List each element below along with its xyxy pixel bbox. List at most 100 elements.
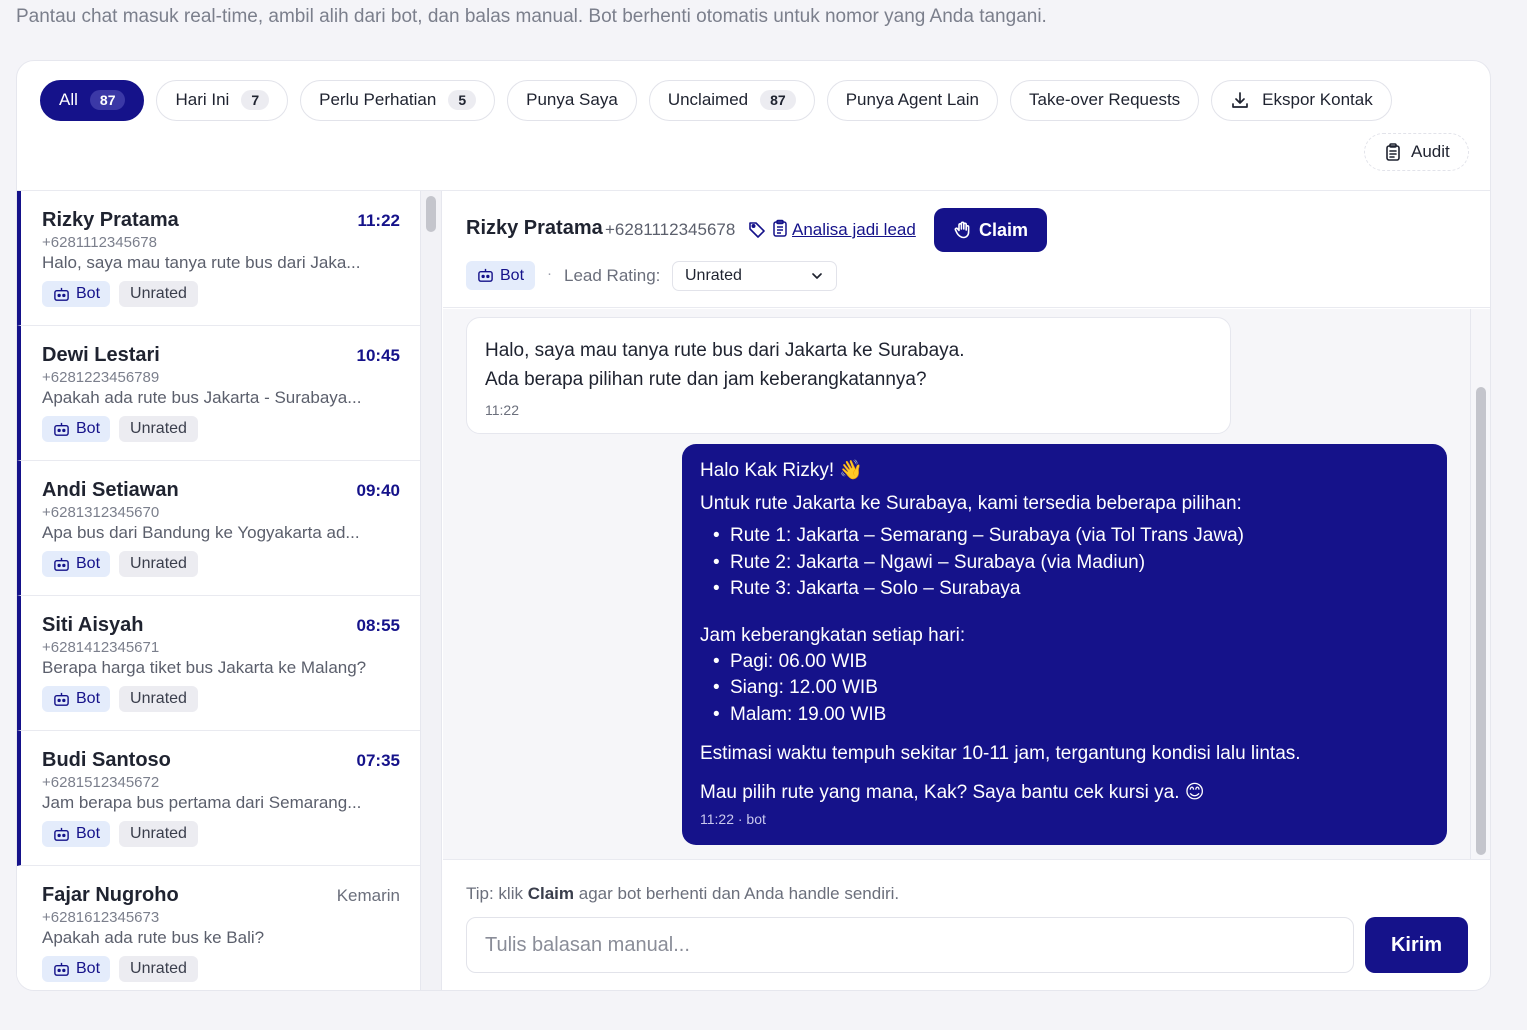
contact-phone: +6281612345673 bbox=[42, 909, 160, 926]
message-line: Ada berapa pilihan rute dan jam keberang… bbox=[485, 369, 927, 390]
separator-dot: · bbox=[547, 265, 552, 282]
route-item: Rute 1: Jakarta – Semarang – Surabaya (v… bbox=[700, 523, 1429, 550]
contact-name: Andi Setiawan bbox=[42, 479, 179, 501]
bot-label: Bot bbox=[500, 266, 525, 284]
filter-hari-ini[interactable]: Hari Ini 7 bbox=[156, 79, 289, 121]
filter-label: Hari Ini bbox=[175, 90, 230, 109]
contact-name: Siti Aisyah bbox=[42, 614, 144, 636]
export-label: Ekspor Kontak bbox=[1262, 90, 1373, 109]
page-subtitle: Pantau chat masuk real-time, ambil alih … bbox=[16, 6, 1047, 27]
contact-phone: +6281412345671 bbox=[42, 639, 160, 656]
clipboard-icon bbox=[773, 219, 787, 237]
filter-bar: All 87 Hari Ini 7 Perlu Perhatian 5 Puny… bbox=[40, 79, 1392, 121]
filter-label: Punya Agent Lain bbox=[845, 90, 979, 109]
reply-input[interactable] bbox=[466, 917, 1354, 973]
scrollbar-thumb[interactable] bbox=[1476, 387, 1486, 855]
filter-take-over-requests[interactable]: Take-over Requests bbox=[1009, 79, 1200, 121]
tip-prefix: Tip: klik bbox=[466, 884, 528, 903]
rating-badge: Unrated bbox=[119, 956, 198, 982]
outgoing-message: Halo Kak Rizky! 👋 Untuk rute Jakarta ke … bbox=[682, 444, 1447, 845]
conversation-list: Rizky Pratama 11:22 +6281112345678 Halo,… bbox=[17, 191, 420, 990]
lead-rating-select[interactable]: Unrated bbox=[672, 261, 837, 291]
filter-count: 7 bbox=[241, 90, 270, 110]
robot-icon bbox=[54, 557, 69, 571]
claim-button[interactable]: Claim bbox=[934, 208, 1047, 252]
bot-badge: Bot bbox=[42, 281, 111, 307]
schedule-item: Siang: 12.00 WIB bbox=[700, 675, 1429, 702]
bot-badge: Bot bbox=[42, 956, 111, 982]
robot-icon bbox=[54, 422, 69, 436]
tag-icon[interactable] bbox=[748, 220, 766, 238]
message-line: Halo, saya mau tanya rute bus dari Jakar… bbox=[485, 340, 965, 361]
contact-phone: +6281312345670 bbox=[42, 504, 160, 521]
message-time: 11:22 bbox=[485, 402, 519, 418]
conversation-time: 08:55 bbox=[356, 616, 400, 635]
conversation-item[interactable]: Dewi Lestari 10:45 +6281223456789 Apakah… bbox=[17, 326, 420, 461]
bot-label: Bot bbox=[76, 690, 101, 707]
conversation-time: 11:22 bbox=[357, 211, 400, 230]
conversation-item[interactable]: Budi Santoso 07:35 +6281512345672 Jam be… bbox=[17, 731, 420, 866]
bot-badge: Bot bbox=[466, 261, 536, 290]
robot-icon bbox=[54, 962, 69, 976]
message-preview: Apakah ada rute bus Jakarta - Surabaya..… bbox=[42, 388, 362, 407]
incoming-message: Halo, saya mau tanya rute bus dari Jakar… bbox=[466, 317, 1231, 434]
lead-rating-label: Lead Rating: bbox=[564, 266, 661, 285]
filter-punya-saya[interactable]: Punya Saya bbox=[507, 79, 637, 121]
hand-icon bbox=[954, 221, 970, 239]
list-scrollbar[interactable] bbox=[420, 191, 442, 990]
conversation-time: 09:40 bbox=[356, 481, 400, 500]
rating-badge: Unrated bbox=[119, 821, 198, 847]
contact-name: Rizky Pratama bbox=[42, 209, 179, 231]
filter-count: 87 bbox=[760, 90, 796, 110]
filter-unclaimed[interactable]: Unclaimed 87 bbox=[648, 79, 815, 121]
rating-badge: Unrated bbox=[119, 416, 198, 442]
claim-label: Claim bbox=[978, 219, 1029, 240]
analyze-lead-link[interactable]: Analisa jadi lead bbox=[792, 220, 916, 240]
send-button[interactable]: Kirim bbox=[1365, 917, 1468, 973]
filter-perlu-perhatian[interactable]: Perlu Perhatian 5 bbox=[300, 79, 496, 121]
conversation-item[interactable]: Rizky Pratama 11:22 +6281112345678 Halo,… bbox=[17, 191, 420, 326]
bot-label: Bot bbox=[76, 285, 101, 302]
filter-all[interactable]: All 87 bbox=[40, 79, 145, 121]
message-thread: Halo, saya mau tanya rute bus dari Jakar… bbox=[443, 309, 1470, 859]
tip-bold: Claim bbox=[527, 884, 575, 903]
route-list: Rute 1: Jakarta – Semarang – Surabaya (v… bbox=[700, 523, 1429, 603]
conversation-item[interactable]: Siti Aisyah 08:55 +6281412345671 Berapa … bbox=[17, 596, 420, 731]
rating-badge: Unrated bbox=[119, 686, 198, 712]
conversation-item[interactable]: Andi Setiawan 09:40 +6281312345670 Apa b… bbox=[17, 461, 420, 596]
schedule-item: Malam: 19.00 WIB bbox=[700, 702, 1429, 729]
bot-badge: Bot bbox=[42, 416, 111, 442]
filter-label: Take-over Requests bbox=[1028, 90, 1181, 109]
conversation-item[interactable]: Fajar Nugroho Kemarin +6281612345673 Apa… bbox=[17, 866, 420, 990]
inbox-card: All 87 Hari Ini 7 Perlu Perhatian 5 Puny… bbox=[16, 60, 1491, 991]
composer: Tip: klik Claim agar bot berhenti dan An… bbox=[443, 859, 1490, 990]
schedule-item: Pagi: 06.00 WIB bbox=[700, 649, 1429, 676]
filter-count: 5 bbox=[448, 90, 477, 110]
chat-contact-name: Rizky Pratama bbox=[466, 217, 603, 239]
contact-name: Dewi Lestari bbox=[42, 344, 160, 366]
chat-contact-phone: +6281112345678 bbox=[605, 220, 736, 239]
conversation-time: 10:45 bbox=[356, 346, 400, 365]
contact-phone: +6281112345678 bbox=[42, 234, 157, 251]
message-preview: Jam berapa bus pertama dari Semarang... bbox=[42, 793, 362, 812]
filter-punya-agent-lain[interactable]: Punya Agent Lain bbox=[826, 79, 998, 121]
audit-button[interactable]: Audit bbox=[1364, 133, 1469, 171]
chat-header: Rizky Pratama +6281112345678 Analisa jad… bbox=[443, 191, 1490, 308]
conversation-time: 07:35 bbox=[356, 751, 400, 770]
thread-scrollbar[interactable] bbox=[1470, 309, 1490, 859]
contact-name: Budi Santoso bbox=[42, 749, 171, 771]
contact-phone: +6281512345672 bbox=[42, 774, 160, 791]
conversation-time: Kemarin bbox=[336, 886, 400, 905]
tip-suffix: agar bot berhenti dan Anda handle sendir… bbox=[574, 884, 900, 903]
filter-label: Perlu Perhatian bbox=[319, 90, 437, 109]
download-icon bbox=[1232, 92, 1249, 108]
contact-phone: +6281223456789 bbox=[42, 369, 160, 386]
filter-count: 87 bbox=[89, 90, 126, 110]
lead-rating-value: Unrated bbox=[685, 267, 742, 284]
message-estimate: Estimasi waktu tempuh sekitar 10-11 jam,… bbox=[700, 743, 1301, 764]
message-preview: Apa bus dari Bandung ke Yogyakarta ad... bbox=[42, 523, 360, 542]
filter-label: Unclaimed bbox=[667, 90, 749, 109]
export-contacts-button[interactable]: Ekspor Kontak bbox=[1211, 79, 1392, 121]
scrollbar-thumb[interactable] bbox=[426, 196, 436, 232]
rating-badge: Unrated bbox=[119, 281, 198, 307]
